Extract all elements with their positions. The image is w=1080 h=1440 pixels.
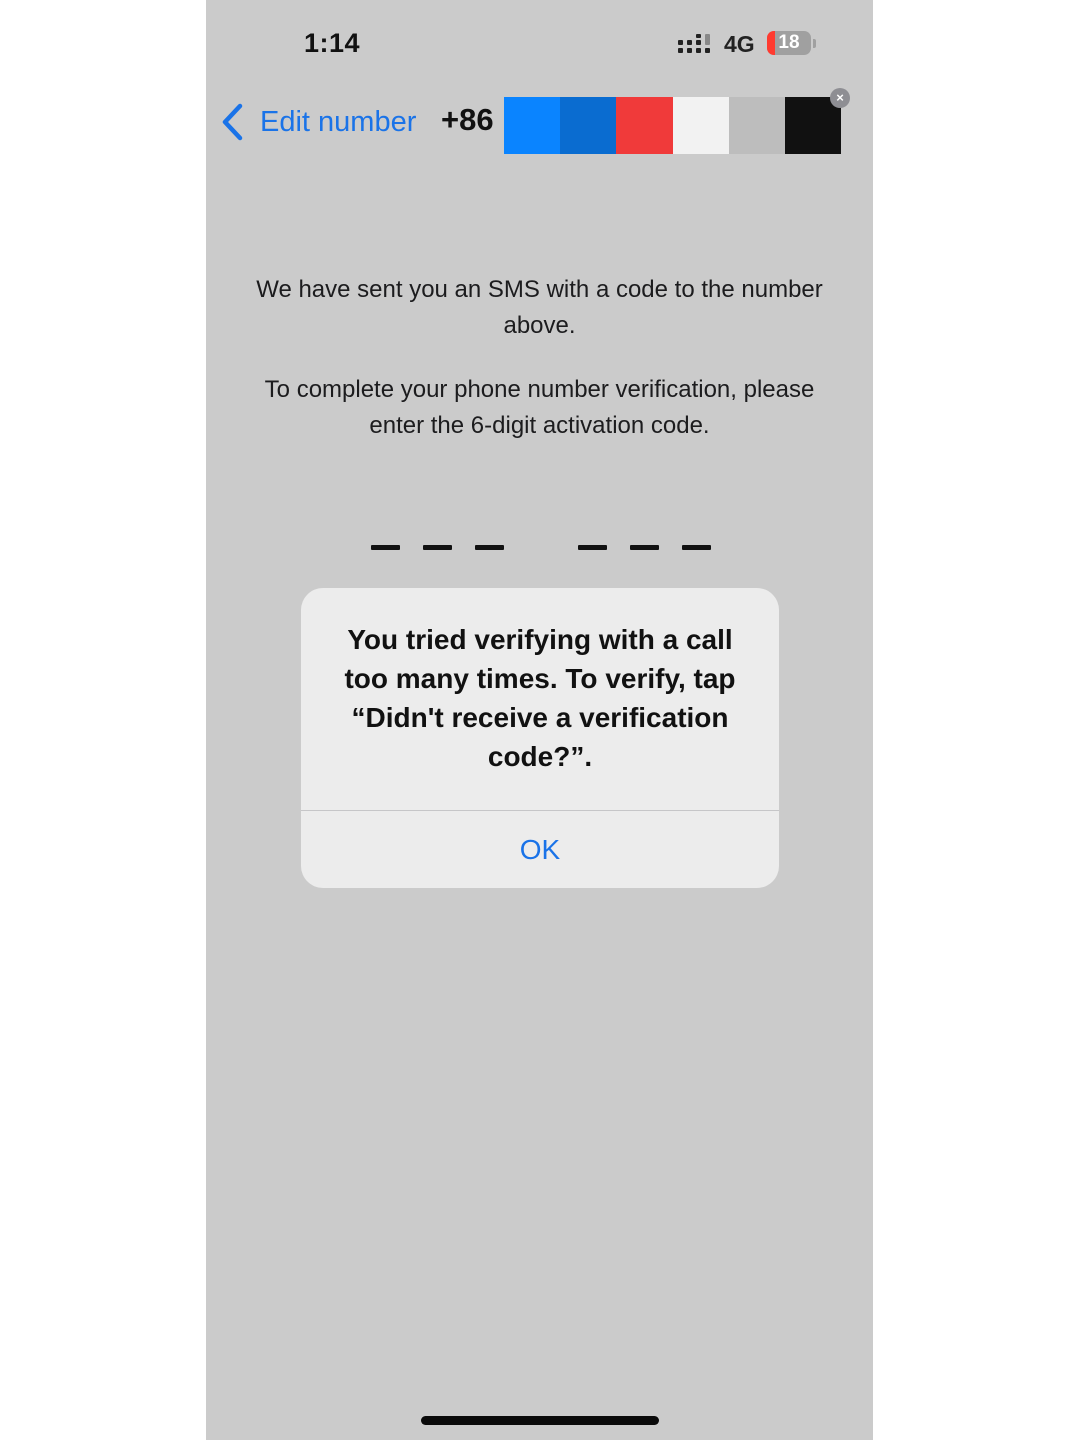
code-digit-slot[interactable]: [578, 545, 607, 550]
alert-message: You tried verifying with a call too many…: [344, 624, 736, 772]
phone-screen: 1:14 4G 18 Edit number +86 × We have sen…: [206, 0, 873, 1440]
code-digit-slot[interactable]: [682, 545, 711, 550]
close-circle-icon[interactable]: ×: [830, 88, 850, 108]
redacted-phone-number: [504, 97, 842, 154]
battery-level: 18: [778, 32, 800, 53]
redaction-swatch: [672, 97, 729, 154]
home-indicator[interactable]: [421, 1416, 659, 1425]
code-digit-slot[interactable]: [475, 545, 504, 550]
country-code: +86: [441, 102, 494, 137]
code-digit-slot[interactable]: [630, 545, 659, 550]
network-type: 4G: [724, 31, 755, 57]
back-label: Edit number: [260, 105, 417, 138]
redaction-swatch: [504, 97, 561, 154]
redaction-swatch: [560, 97, 617, 154]
alert-dialog: You tried verifying with a call too many…: [301, 588, 779, 888]
code-digit-slot[interactable]: [423, 545, 452, 550]
battery-low-icon: 18: [767, 31, 817, 57]
code-digit-slot[interactable]: [371, 545, 400, 550]
edit-number-back-button[interactable]: Edit number: [220, 98, 416, 146]
redaction-swatch: [728, 97, 785, 154]
chevron-left-icon: [222, 103, 243, 141]
ok-button[interactable]: OK: [301, 811, 779, 888]
sms-notice: We have sent you an SMS with a code to t…: [256, 276, 823, 339]
cellular-signal-icon: [678, 34, 710, 53]
activation-code-input[interactable]: [371, 545, 711, 553]
status-time: 1:14: [304, 28, 361, 58]
verification-instruction: To complete your phone number verificati…: [264, 376, 815, 439]
redaction-swatch: [616, 97, 673, 154]
